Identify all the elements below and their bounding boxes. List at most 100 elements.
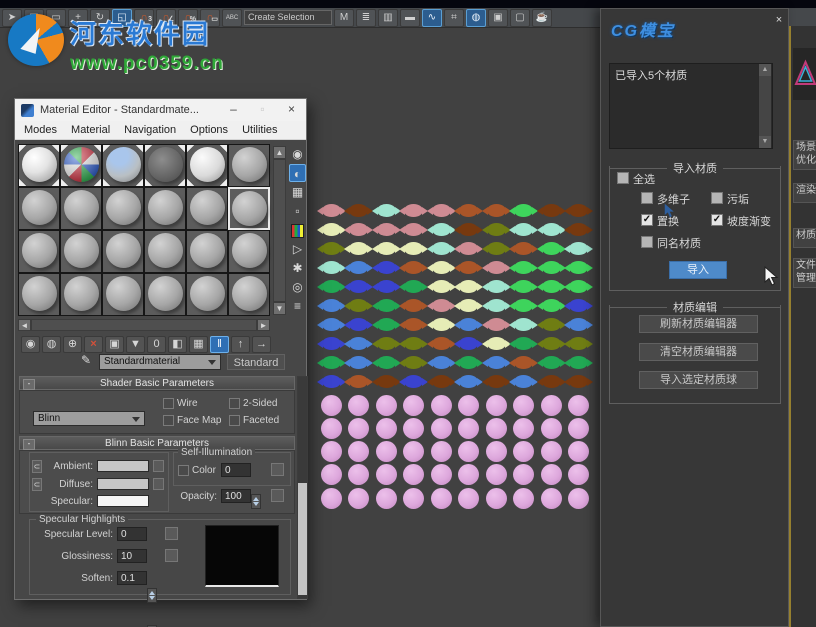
sphere-object[interactable] [348,464,369,485]
sphere-object[interactable] [541,488,562,509]
minimize-button[interactable]: – [219,99,248,121]
sphere-object[interactable] [376,488,397,509]
material-slot[interactable] [144,273,186,316]
lock-ambient-diffuse-button[interactable]: ⊂ [32,460,42,473]
self-illumination-value-field[interactable]: 0 [221,463,251,477]
slots-scroll-up-button[interactable]: ▲ [273,146,286,159]
sphere-object[interactable] [321,418,342,439]
sphere-object[interactable] [376,441,397,462]
window-scrollbar-thumb[interactable] [298,483,307,595]
close-button[interactable]: × [277,99,306,121]
sphere-object[interactable] [568,395,589,416]
layer-manager-icon[interactable]: ▥ [378,9,398,27]
make-material-copy-icon[interactable]: ▣ [105,336,124,353]
teapot-object[interactable] [569,242,588,255]
slots-scroll-down-button[interactable]: ▼ [273,302,286,315]
select-by-material-icon[interactable]: ◎ [289,278,306,296]
sphere-object[interactable] [376,395,397,416]
log-scroll-down-icon[interactable]: ▼ [759,136,771,148]
sphere-object[interactable] [568,418,589,439]
edit-button-1[interactable]: 清空材质编辑器 [639,343,758,361]
sphere-object[interactable] [568,464,589,485]
go-forward-to-sibling-icon[interactable]: → [252,336,271,353]
teapot-object[interactable] [569,204,588,217]
teapot-object[interactable] [487,242,506,255]
shader-type-dropdown[interactable]: Blinn [33,411,145,426]
ribbon-toggle-icon[interactable]: ▬ [400,9,420,27]
import-button[interactable]: 导入 [669,261,727,279]
sample-uv-tiling-icon[interactable]: ▫ [289,202,306,220]
material-slot[interactable] [228,144,270,187]
teapot-object[interactable] [377,261,396,274]
sphere-object[interactable] [348,488,369,509]
sample-type-icon[interactable]: ◉ [289,145,306,163]
material-name-dropdown[interactable]: Standardmaterial [99,354,221,370]
sphere-object[interactable] [403,488,424,509]
teapot-object[interactable] [322,242,341,255]
shader-checkbox-faceted[interactable] [229,415,240,426]
teapot-object[interactable] [322,204,341,217]
teapot-object[interactable] [487,337,506,350]
sidebar-item-0[interactable]: 场景优化 [793,140,816,170]
material-id-channel-icon[interactable]: 0 [147,336,166,353]
teapot-object[interactable] [514,299,533,312]
option-坡度渐变-checkbox[interactable]: ✓ [711,214,723,226]
teapot-object[interactable] [459,242,478,255]
sphere-object[interactable] [541,395,562,416]
teapot-object[interactable] [322,337,341,350]
log-scrollbar[interactable]: ▲ ▼ [758,64,771,148]
collapse-icon[interactable]: - [23,379,35,390]
sphere-object[interactable] [403,418,424,439]
material-slot[interactable] [228,187,270,230]
teapot-object[interactable] [487,280,506,293]
teapot-object[interactable] [459,280,478,293]
teapot-object[interactable] [514,223,533,236]
material-slot[interactable] [60,273,102,316]
sphere-object[interactable] [458,441,479,462]
sphere-object[interactable] [568,488,589,509]
sphere-object[interactable] [431,395,452,416]
teapot-object[interactable] [514,318,533,331]
teapot-object[interactable] [514,337,533,350]
material-slot[interactable] [102,144,144,187]
menu-modes[interactable]: Modes [24,124,57,136]
sphere-object[interactable] [431,488,452,509]
teapot-object[interactable] [432,375,451,388]
diffuse-color-swatch[interactable] [97,478,149,490]
teapot-object[interactable] [459,204,478,217]
sphere-object[interactable] [321,464,342,485]
teapot-object[interactable] [432,318,451,331]
material-slot[interactable] [60,230,102,273]
option-同名材质-checkbox[interactable] [641,236,653,248]
teapot-object[interactable] [459,375,478,388]
teapot-object[interactable] [404,280,423,293]
material-slot[interactable] [144,144,186,187]
schematic-view-icon[interactable]: ⌗ [444,9,464,27]
teapot-object[interactable] [377,223,396,236]
put-material-to-scene-icon[interactable]: ◍ [42,336,61,353]
teapot-object[interactable] [322,261,341,274]
sphere-object[interactable] [513,441,534,462]
teapot-object[interactable] [487,299,506,312]
go-to-parent-icon[interactable]: ↑ [231,336,250,353]
teapot-object[interactable] [487,261,506,274]
teapot-object[interactable] [349,318,368,331]
teapot-object[interactable] [542,242,561,255]
menu-material[interactable]: Material [71,124,110,136]
sphere-object[interactable] [486,464,507,485]
menu-options[interactable]: Options [190,124,228,136]
import-log-box[interactable]: 已导入5个材质 [609,63,773,149]
teapot-object[interactable] [432,242,451,255]
ambient-map-button[interactable] [153,460,164,472]
sphere-object[interactable] [458,488,479,509]
teapot-object[interactable] [404,375,423,388]
sphere-object[interactable] [568,441,589,462]
maximize-button[interactable]: ▫ [248,99,277,121]
teapot-object[interactable] [404,337,423,350]
teapot-object[interactable] [569,318,588,331]
teapot-object[interactable] [459,356,478,369]
material-slot[interactable] [186,144,228,187]
sphere-object[interactable] [458,418,479,439]
collapse-icon[interactable]: - [23,439,35,450]
pick-material-from-object-icon[interactable]: ✎ [81,353,91,367]
